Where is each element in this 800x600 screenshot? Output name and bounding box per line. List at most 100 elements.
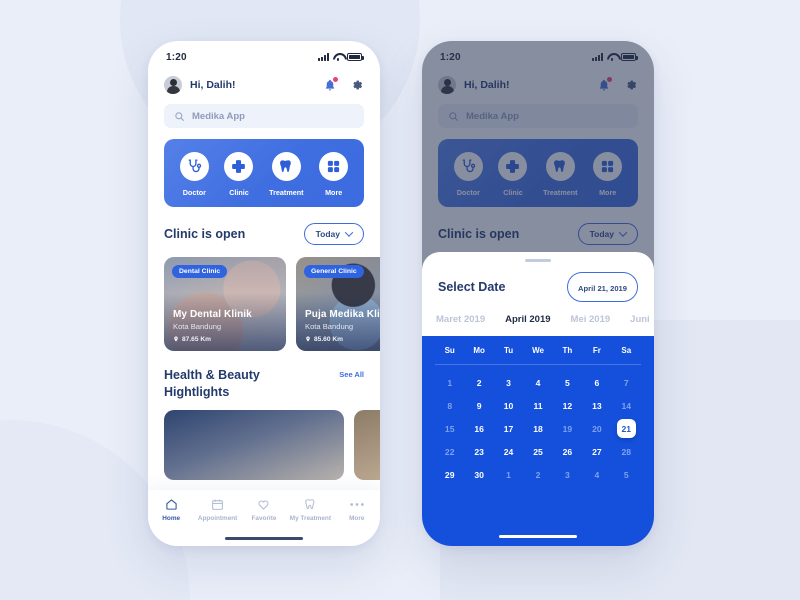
bottom-nav-label: More bbox=[349, 515, 365, 522]
clinic-subtitle: Kota Bandung bbox=[173, 322, 222, 331]
today-filter-button[interactable]: Today bbox=[303, 223, 364, 245]
bottom-nav-item-home[interactable]: Home bbox=[148, 498, 194, 522]
see-all-link[interactable]: See All bbox=[339, 370, 364, 379]
clinic-badge: Dental Clinic bbox=[172, 265, 228, 278]
calendar-day-headers: Su Mo Tu We Th Fr Sa bbox=[435, 346, 641, 364]
quick-action-clinic[interactable]: Clinic bbox=[224, 152, 254, 197]
today-filter-label: Today bbox=[315, 229, 340, 239]
month-selector[interactable]: Maret 2019 April 2019 Mei 2019 Juni bbox=[422, 302, 654, 336]
calendar-day[interactable]: 24 bbox=[494, 441, 523, 462]
clinic-card[interactable]: Dental Clinic My Dental Klinik Kota Band… bbox=[164, 257, 286, 351]
month-option[interactable]: Mei 2019 bbox=[571, 314, 611, 325]
quick-action-doctor[interactable]: Doctor bbox=[179, 152, 209, 197]
calendar-day[interactable]: 9 bbox=[464, 395, 493, 416]
home-indicator bbox=[499, 534, 577, 538]
calendar-day[interactable]: 2 bbox=[523, 464, 552, 485]
bottom-nav-item-appointment[interactable]: Appointment bbox=[195, 498, 241, 522]
quick-action-more[interactable]: More bbox=[319, 152, 349, 197]
highlight-card[interactable] bbox=[164, 410, 344, 480]
quick-action-label: Clinic bbox=[229, 188, 249, 197]
day-header: Sa bbox=[621, 346, 632, 355]
calendar-day[interactable]: 4 bbox=[582, 464, 611, 485]
calendar-day-selected[interactable]: 21 bbox=[612, 418, 641, 439]
calendar-day[interactable]: 2 bbox=[464, 372, 493, 393]
phone-home-screen: 1:20 Hi, Dalih! Medika App Doctor Clinic… bbox=[148, 41, 380, 546]
bottom-nav-label: My Treatment bbox=[289, 515, 331, 522]
calendar-grid: 1 2 3 4 5 6 7 8 9 10 11 12 13 14 15 16 17 18 19 20 21 22 23 24 2… bbox=[435, 365, 641, 485]
gear-icon[interactable] bbox=[350, 78, 364, 92]
section-title-highlights: Health & Beauty Hightlights bbox=[164, 368, 260, 399]
calendar-day[interactable]: 6 bbox=[582, 372, 611, 393]
signal-icon bbox=[318, 53, 329, 61]
month-option-current[interactable]: April 2019 bbox=[505, 314, 550, 325]
bottom-nav-item-more[interactable]: More bbox=[334, 498, 380, 522]
calendar-day[interactable]: 10 bbox=[494, 395, 523, 416]
search-input[interactable]: Medika App bbox=[164, 104, 364, 128]
calendar-day[interactable]: 30 bbox=[464, 464, 493, 485]
tooth-icon bbox=[271, 152, 301, 181]
calendar-day[interactable]: 20 bbox=[582, 418, 611, 439]
status-bar: 1:20 bbox=[148, 41, 380, 67]
calendar-day[interactable]: 5 bbox=[553, 372, 582, 393]
month-option[interactable]: Maret 2019 bbox=[436, 314, 485, 325]
stethoscope-icon bbox=[179, 152, 209, 181]
bottom-nav-label: Home bbox=[162, 515, 181, 522]
day-header: Th bbox=[562, 346, 573, 355]
calendar-day[interactable]: 19 bbox=[553, 418, 582, 439]
calendar-day[interactable]: 3 bbox=[494, 372, 523, 393]
section-title-clinic: Clinic is open bbox=[164, 227, 246, 241]
day-header: Tu bbox=[503, 346, 514, 355]
clinic-subtitle: Kota Bandung bbox=[305, 322, 354, 331]
calendar-day[interactable]: 4 bbox=[523, 372, 552, 393]
chevron-down-icon bbox=[344, 228, 354, 237]
calendar: Su Mo Tu We Th Fr Sa 1 2 3 4 5 6 7 8 9 10 11 12 13 14… bbox=[422, 336, 654, 546]
calendar-day[interactable]: 11 bbox=[523, 395, 552, 416]
notification-dot bbox=[333, 77, 338, 82]
clinic-card[interactable]: General Clinic Puja Medika Klinik Kota B… bbox=[296, 257, 380, 351]
calendar-day[interactable]: 29 bbox=[435, 464, 464, 485]
calendar-day[interactable]: 28 bbox=[612, 441, 641, 462]
grid-icon bbox=[319, 152, 349, 181]
calendar-day[interactable]: 23 bbox=[464, 441, 493, 462]
selected-date-pill[interactable]: April 21, 2019 bbox=[567, 272, 638, 302]
quick-action-treatment[interactable]: Treatment bbox=[269, 152, 304, 197]
calendar-day[interactable]: 15 bbox=[435, 418, 464, 439]
highlights-section-header: Health & Beauty Hightlights See All bbox=[148, 351, 380, 400]
bottom-nav-label: Appointment bbox=[197, 515, 238, 522]
bottom-nav-item-favorite[interactable]: Favorite bbox=[241, 498, 287, 522]
calendar-day[interactable]: 14 bbox=[612, 395, 641, 416]
calendar-day[interactable]: 1 bbox=[435, 372, 464, 393]
calendar-day[interactable]: 18 bbox=[523, 418, 552, 439]
day-header: Fr bbox=[592, 346, 601, 355]
clinic-title: Puja Medika Klinik bbox=[305, 309, 380, 320]
month-option[interactable]: Juni bbox=[630, 314, 650, 325]
clinic-cards-row: Dental Clinic My Dental Klinik Kota Band… bbox=[148, 245, 380, 351]
calendar-day[interactable]: 12 bbox=[553, 395, 582, 416]
calendar-day[interactable]: 16 bbox=[464, 418, 493, 439]
day-header: Su bbox=[444, 346, 455, 355]
calendar-day[interactable]: 26 bbox=[553, 441, 582, 462]
calendar-day[interactable]: 5 bbox=[612, 464, 641, 485]
location-pin-icon bbox=[174, 336, 178, 342]
calendar-day[interactable]: 13 bbox=[582, 395, 611, 416]
avatar[interactable] bbox=[164, 76, 182, 94]
highlight-card[interactable] bbox=[354, 410, 380, 480]
greeting-row: Hi, Dalih! bbox=[148, 67, 380, 94]
calendar-day[interactable]: 8 bbox=[435, 395, 464, 416]
quick-action-label: Doctor bbox=[182, 188, 206, 197]
calendar-day[interactable]: 17 bbox=[494, 418, 523, 439]
calendar-day[interactable]: 1 bbox=[494, 464, 523, 485]
ellipsis-icon bbox=[350, 503, 364, 506]
bottom-nav-item-my-treatment[interactable]: My Treatment bbox=[287, 498, 333, 522]
calendar-day[interactable]: 7 bbox=[612, 372, 641, 393]
clinic-title: My Dental Klinik bbox=[173, 309, 252, 320]
calendar-day[interactable]: 22 bbox=[435, 441, 464, 462]
search-value: Medika App bbox=[192, 110, 245, 122]
battery-icon bbox=[347, 53, 364, 61]
bell-icon[interactable] bbox=[323, 77, 338, 92]
calendar-day[interactable]: 3 bbox=[553, 464, 582, 485]
calendar-day[interactable]: 25 bbox=[523, 441, 552, 462]
clinic-section-header: Clinic is open Today bbox=[148, 207, 380, 245]
tooth-icon bbox=[305, 499, 315, 510]
calendar-day[interactable]: 27 bbox=[582, 441, 611, 462]
